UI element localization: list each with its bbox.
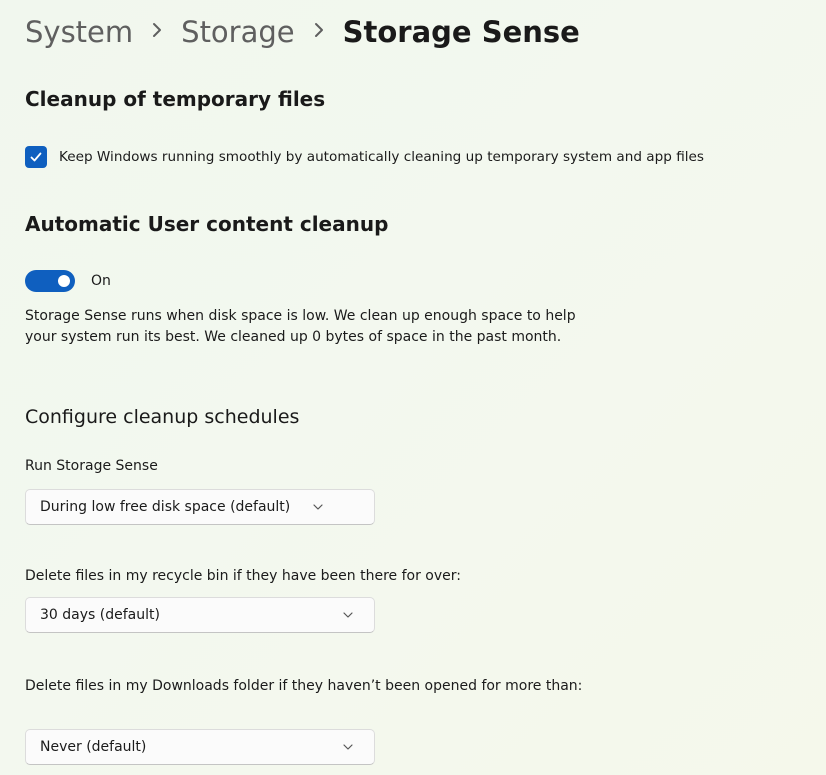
chevron-down-icon [342, 611, 354, 619]
recycle-bin-label: Delete files in my recycle bin if they h… [25, 568, 461, 584]
chevron-right-icon [313, 19, 325, 44]
downloads-label: Delete files in my Downloads folder if t… [25, 678, 583, 694]
recycle-bin-value: 30 days (default) [40, 607, 160, 623]
temp-files-checkbox-label: Keep Windows running smoothly by automat… [59, 149, 705, 165]
schedules-heading: Configure cleanup schedules [25, 406, 300, 428]
user-content-toggle[interactable] [25, 270, 75, 292]
breadcrumb-storage[interactable]: Storage [181, 15, 294, 49]
breadcrumb: System Storage Storage Sense [25, 10, 580, 54]
temp-files-heading: Cleanup of temporary files [25, 87, 326, 111]
temp-files-checkbox-row[interactable]: Keep Windows running smoothly by automat… [25, 146, 704, 168]
recycle-bin-dropdown[interactable]: 30 days (default) [25, 597, 375, 633]
run-storage-sense-label: Run Storage Sense [25, 458, 158, 474]
user-content-toggle-row: On [25, 270, 111, 292]
chevron-down-icon [342, 743, 354, 751]
run-storage-sense-value: During low free disk space (default) [40, 499, 291, 515]
chevron-down-icon [312, 503, 324, 511]
storage-sense-description: Storage Sense runs when disk space is lo… [25, 308, 576, 345]
page-title: Storage Sense [342, 15, 580, 49]
run-storage-sense-dropdown[interactable]: During low free disk space (default) [25, 489, 375, 525]
toggle-state-label: On [91, 273, 111, 289]
temp-files-checkbox[interactable] [25, 146, 47, 168]
user-content-heading: Automatic User content cleanup [25, 212, 389, 236]
chevron-right-icon [151, 19, 163, 44]
downloads-dropdown[interactable]: Never (default) [25, 729, 375, 765]
downloads-value: Never (default) [40, 739, 147, 755]
toggle-knob [58, 275, 70, 287]
checkmark-icon [30, 152, 42, 162]
breadcrumb-system[interactable]: System [25, 15, 133, 49]
